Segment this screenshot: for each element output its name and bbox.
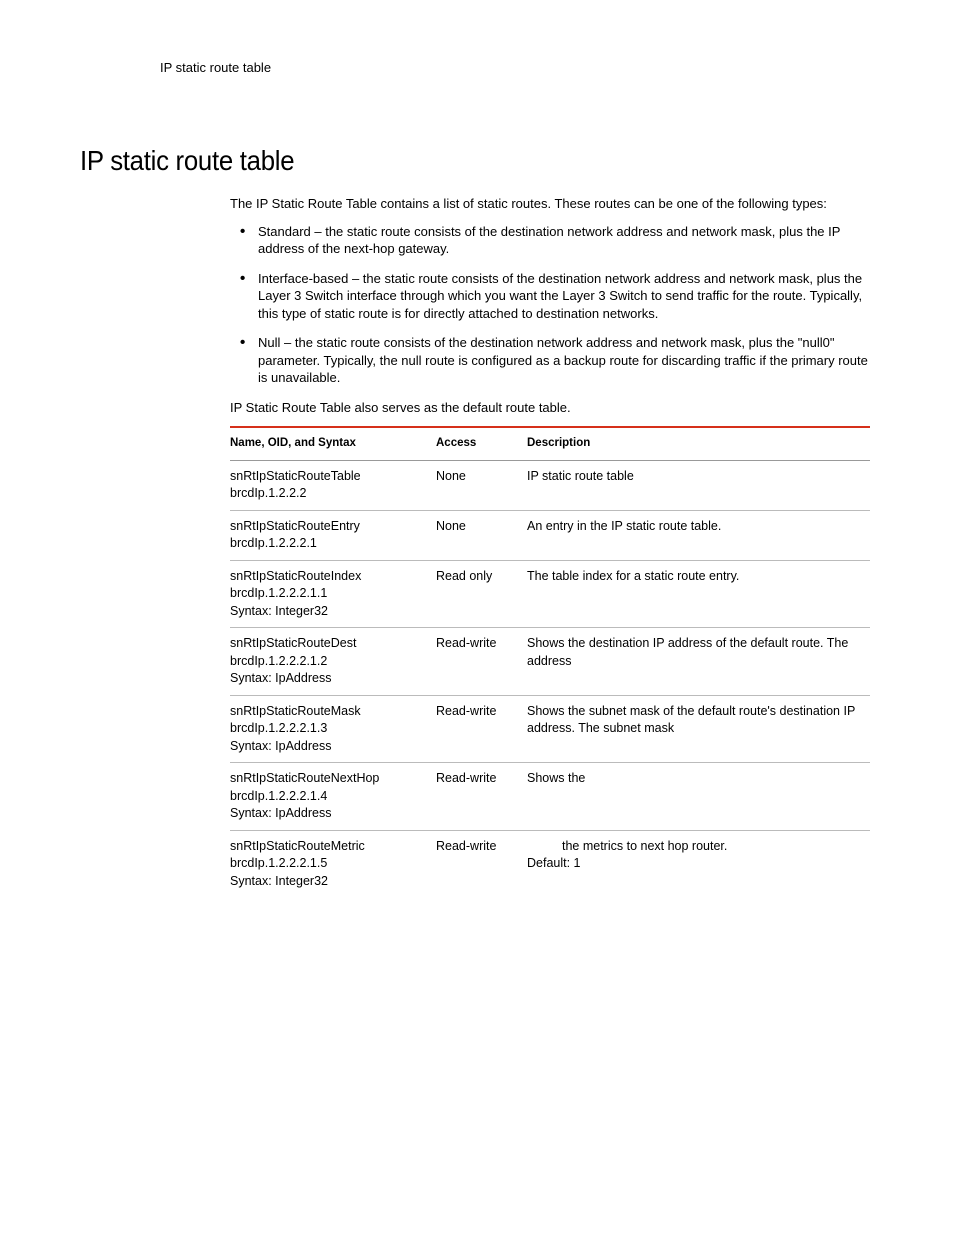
page-title: IP static route table xyxy=(80,145,810,177)
cell-desc: the metrics to next hop router. Default:… xyxy=(527,830,870,897)
desc-line: Default: 1 xyxy=(527,856,581,870)
cell-access: Read-write xyxy=(436,763,527,831)
col-header-name: Name, OID, and Syntax xyxy=(230,427,436,460)
table-row: snRtIpStaticRouteNextHopbrcdIp.1.2.2.2.1… xyxy=(230,763,870,831)
cell-access: Read only xyxy=(436,560,527,628)
page: IP static route table IP static route ta… xyxy=(0,0,954,1235)
table-row: snRtIpStaticRouteTablebrcdIp.1.2.2.2 Non… xyxy=(230,460,870,510)
cell-name: snRtIpStaticRouteEntrybrcdIp.1.2.2.2.1 xyxy=(230,510,436,560)
mib-table: Name, OID, and Syntax Access Description… xyxy=(230,426,870,897)
cell-access: Read-write xyxy=(436,628,527,696)
content-body: The IP Static Route Table contains a lis… xyxy=(230,195,870,897)
cell-name: snRtIpStaticRouteIndexbrcdIp.1.2.2.2.1.1… xyxy=(230,560,436,628)
bullet-list: Standard – the static route consists of … xyxy=(230,223,870,387)
table-row: snRtIpStaticRouteMetricbrcdIp.1.2.2.2.1.… xyxy=(230,830,870,897)
cell-access: None xyxy=(436,460,527,510)
list-item: Standard – the static route consists of … xyxy=(230,223,870,258)
col-header-access: Access xyxy=(436,427,527,460)
col-header-desc: Description xyxy=(527,427,870,460)
intro-paragraph: The IP Static Route Table contains a lis… xyxy=(230,195,870,213)
table-row: snRtIpStaticRouteEntrybrcdIp.1.2.2.2.1 N… xyxy=(230,510,870,560)
cell-desc: Shows the xyxy=(527,763,870,831)
cell-desc: The table index for a static route entry… xyxy=(527,560,870,628)
cell-access: Read-write xyxy=(436,695,527,763)
cell-name: snRtIpStaticRouteTablebrcdIp.1.2.2.2 xyxy=(230,460,436,510)
cell-desc: An entry in the IP static route table. xyxy=(527,510,870,560)
table-row: snRtIpStaticRouteDestbrcdIp.1.2.2.2.1.2S… xyxy=(230,628,870,696)
cell-desc: Shows the subnet mask of the default rou… xyxy=(527,695,870,763)
cell-name: snRtIpStaticRouteMetricbrcdIp.1.2.2.2.1.… xyxy=(230,830,436,897)
cell-name: snRtIpStaticRouteNextHopbrcdIp.1.2.2.2.1… xyxy=(230,763,436,831)
cell-access: Read-write xyxy=(436,830,527,897)
list-item: Null – the static route consists of the … xyxy=(230,334,870,387)
list-item: Interface-based – the static route consi… xyxy=(230,270,870,323)
table-row: snRtIpStaticRouteIndexbrcdIp.1.2.2.2.1.1… xyxy=(230,560,870,628)
running-head: IP static route table xyxy=(160,60,874,75)
table-header-row: Name, OID, and Syntax Access Description xyxy=(230,427,870,460)
cell-desc: IP static route table xyxy=(527,460,870,510)
cell-desc: Shows the destination IP address of the … xyxy=(527,628,870,696)
outro-paragraph: IP Static Route Table also serves as the… xyxy=(230,399,870,417)
cell-name: snRtIpStaticRouteMaskbrcdIp.1.2.2.2.1.3S… xyxy=(230,695,436,763)
cell-name: snRtIpStaticRouteDestbrcdIp.1.2.2.2.1.2S… xyxy=(230,628,436,696)
cell-access: None xyxy=(436,510,527,560)
table-row: snRtIpStaticRouteMaskbrcdIp.1.2.2.2.1.3S… xyxy=(230,695,870,763)
desc-line: the metrics to next hop router. xyxy=(527,838,864,856)
